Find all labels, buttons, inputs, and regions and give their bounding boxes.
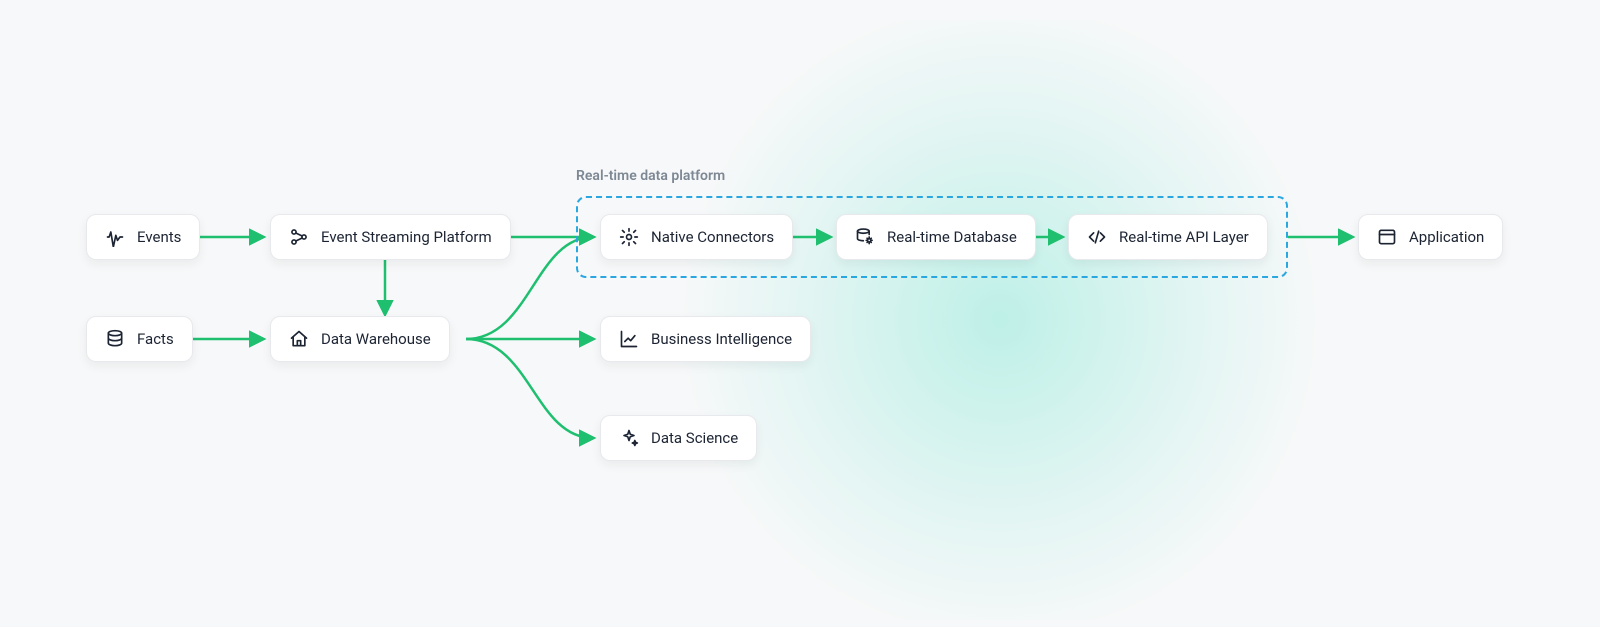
- node-label: Facts: [137, 330, 174, 348]
- node-data-science: Data Science: [600, 415, 757, 461]
- database-gear-icon: [855, 227, 875, 247]
- node-label: Native Connectors: [651, 228, 774, 246]
- connectors-layer: [0, 0, 1600, 627]
- database-icon: [105, 329, 125, 349]
- nodes-icon: [289, 227, 309, 247]
- node-application: Application: [1358, 214, 1503, 260]
- node-label: Application: [1409, 228, 1484, 246]
- sparkle-icon: [619, 428, 639, 448]
- node-label: Event Streaming Platform: [321, 228, 492, 246]
- chart-icon: [619, 329, 639, 349]
- platform-label: Real-time data platform: [576, 168, 725, 184]
- gear-icon: [619, 227, 639, 247]
- node-event-streaming: Event Streaming Platform: [270, 214, 511, 260]
- node-realtime-database: Real-time Database: [836, 214, 1036, 260]
- waveform-icon: [105, 227, 125, 247]
- node-native-connectors: Native Connectors: [600, 214, 793, 260]
- node-realtime-api: Real-time API Layer: [1068, 214, 1268, 260]
- node-label: Data Warehouse: [321, 330, 431, 348]
- diagram-canvas: Real-time data platform Events Facts Eve…: [0, 0, 1600, 627]
- node-label: Real-time API Layer: [1119, 228, 1249, 246]
- home-icon: [289, 329, 309, 349]
- node-label: Business Intelligence: [651, 330, 792, 348]
- node-label: Real-time Database: [887, 228, 1017, 246]
- node-facts: Facts: [86, 316, 193, 362]
- node-business-intelligence: Business Intelligence: [600, 316, 811, 362]
- node-label: Events: [137, 228, 181, 246]
- window-icon: [1377, 227, 1397, 247]
- node-label: Data Science: [651, 429, 738, 447]
- node-data-warehouse: Data Warehouse: [270, 316, 450, 362]
- node-events: Events: [86, 214, 200, 260]
- code-icon: [1087, 227, 1107, 247]
